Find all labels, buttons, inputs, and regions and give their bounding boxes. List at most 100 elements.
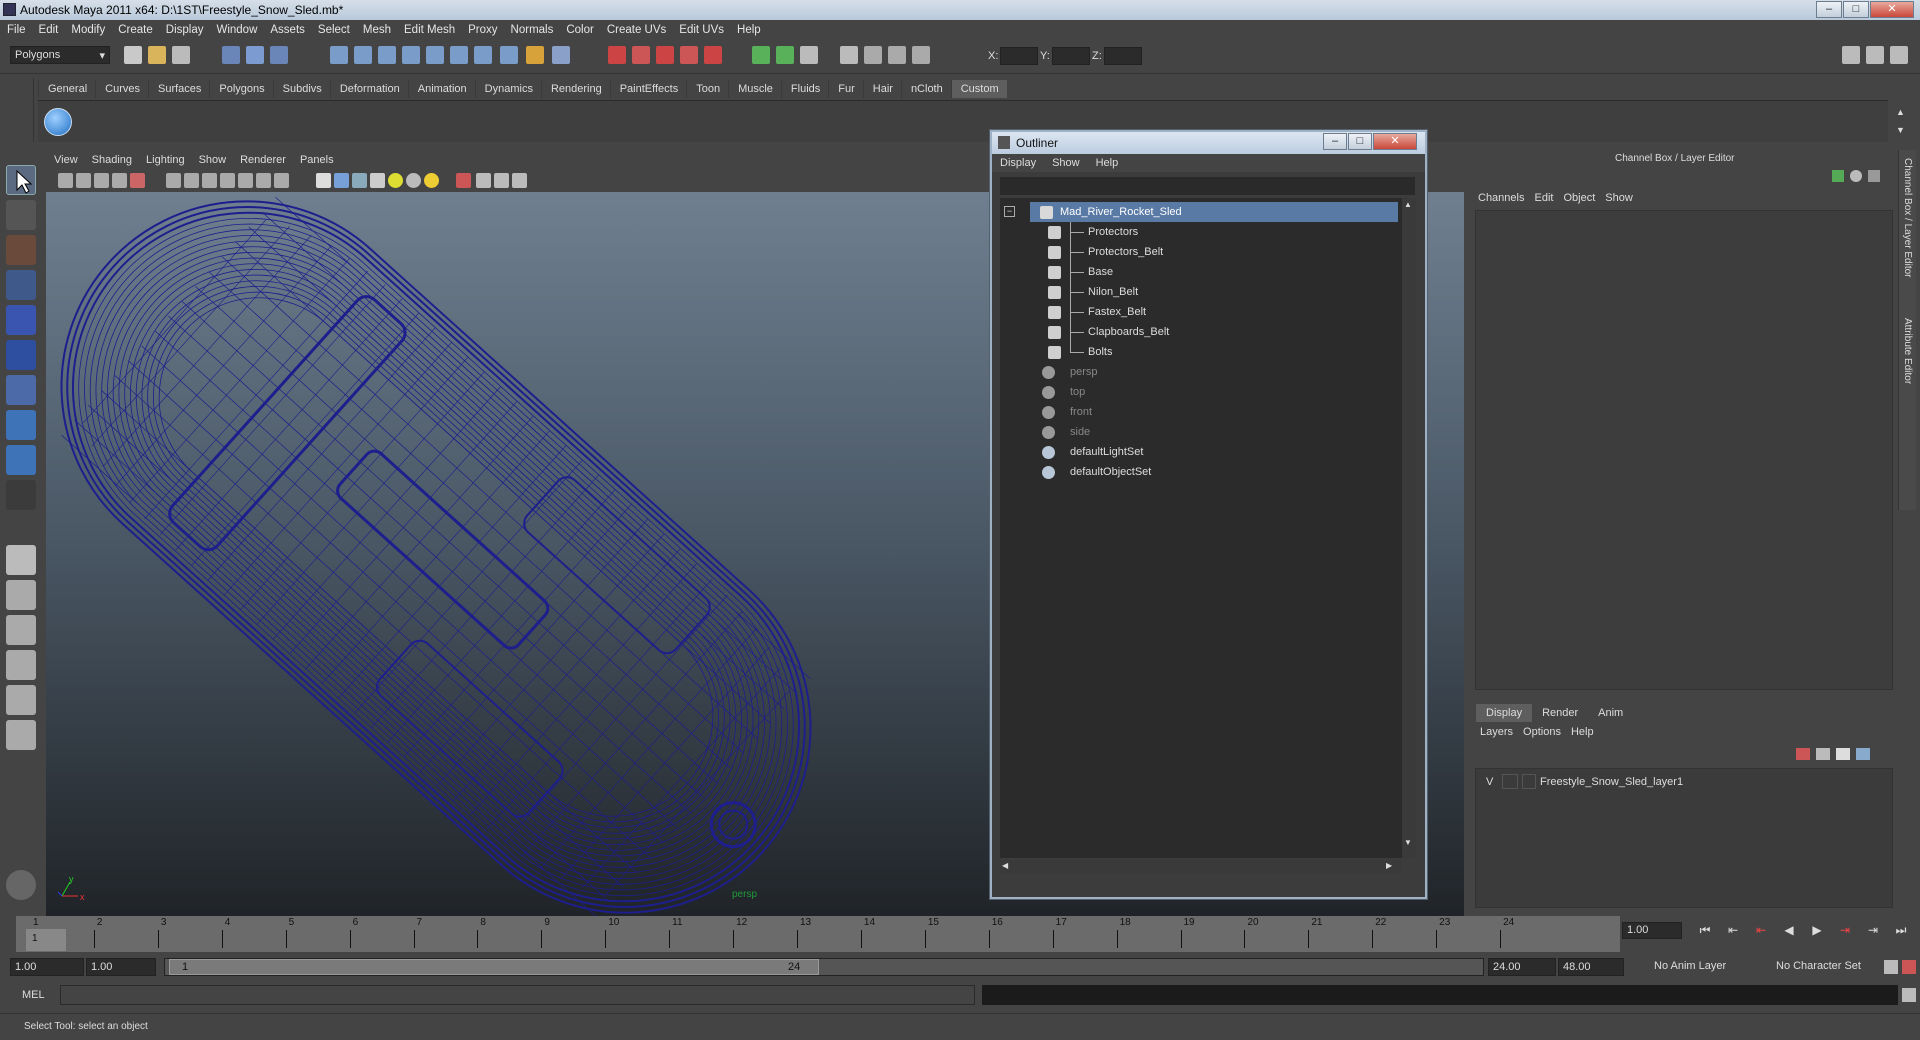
field-chart-icon[interactable] [220,173,235,188]
display-panel-icon[interactable] [800,46,818,64]
select-hierarchy-icon[interactable] [222,46,240,64]
channel-menu-channels[interactable]: Channels [1478,192,1524,204]
outliner-item[interactable]: Clapboards_Belt [1000,322,1400,342]
render-frame-icon[interactable] [608,46,626,64]
outliner-minimize-button[interactable]: – [1323,133,1347,150]
outliner-close-button[interactable]: ✕ [1373,133,1417,150]
hand-icon[interactable] [6,870,36,900]
menu-edit-mesh[interactable]: Edit Mesh [397,20,461,36]
shelf-tab-toon[interactable]: Toon [686,80,728,98]
checkmark-shelf-icon[interactable] [44,108,72,136]
animation-start-field[interactable]: 1.00 [10,958,84,976]
channel-edit-icon[interactable] [1868,170,1880,182]
current-frame-field[interactable]: 1.00 [1622,922,1682,939]
step-forward-frame-icon[interactable]: ⇥ [1864,923,1882,939]
scroll-right-icon[interactable]: ▶ [1386,861,1392,870]
shelf-scroll-down-icon[interactable]: ▼ [1896,125,1905,135]
outliner-menu-display[interactable]: Display [992,154,1044,169]
menu-proxy[interactable]: Proxy [461,20,503,36]
playback-start-field[interactable]: 1.00 [86,958,156,976]
save-scene-icon[interactable] [172,46,190,64]
select-tool-icon[interactable] [6,165,36,195]
channel-key-icon[interactable] [1832,170,1844,182]
output-ops-icon[interactable] [776,46,794,64]
camera-attributes-icon[interactable] [76,173,91,188]
outliner-item[interactable]: top [1000,382,1400,402]
channel-menu-object[interactable]: Object [1563,192,1595,204]
range-slider-track[interactable]: 1 24 [164,958,1484,976]
outliner-item[interactable]: Base [1000,262,1400,282]
layer-visibility-toggle[interactable]: V [1486,776,1493,788]
outliner-menu-help[interactable]: Help [1088,154,1127,169]
side-tab-attribute-editor[interactable]: Attribute Editor [1902,318,1913,384]
go-to-start-icon[interactable]: ⏮ [1696,923,1714,939]
layer-tab-display[interactable]: Display [1476,704,1533,722]
layer-row[interactable]: V Freestyle_Snow_Sled_layer1 [1480,773,1890,791]
play-forward-icon[interactable]: ▶ [1808,923,1826,939]
new-layer-selected-icon[interactable] [1816,748,1830,760]
animation-preferences-icon[interactable] [1902,960,1916,974]
input-ops-icon[interactable] [752,46,770,64]
mel-input-field[interactable] [60,985,975,1005]
shelf-tab-dynamics[interactable]: Dynamics [474,80,541,98]
y-field[interactable] [1052,47,1090,65]
go-to-end-icon[interactable]: ⏭ [1892,923,1910,939]
channel-menu-show[interactable]: Show [1605,192,1633,204]
channel-menu-edit[interactable]: Edit [1534,192,1553,204]
shelf-tab-deformation[interactable]: Deformation [329,80,408,98]
outliner-item[interactable]: persp [1000,362,1400,382]
shelf-tab-subdivs[interactable]: Subdivs [272,80,330,98]
outliner-item[interactable]: Mad_River_Rocket_Sled [1030,202,1398,222]
snap-edge-icon[interactable] [474,46,492,64]
outliner-filter-field[interactable] [1000,177,1415,195]
side-tab-channel-box[interactable]: Channel Box / Layer Editor [1902,158,1913,278]
mel-label[interactable]: MEL [22,989,45,1001]
smooth-shade-icon[interactable] [334,173,349,188]
outliner-item[interactable]: defaultLightSet [1000,442,1400,462]
high-quality-icon[interactable] [512,173,527,188]
character-set-dropdown[interactable]: No Character Set [1772,958,1882,976]
layer-tab-anim[interactable]: Anim [1588,704,1633,722]
script-editor-icon[interactable] [1902,988,1916,1002]
gate-mask-icon[interactable] [202,173,217,188]
film-gate-icon[interactable] [166,173,181,188]
outliner-item[interactable]: side [1000,422,1400,442]
playback-end-field[interactable]: 24.00 [1488,958,1556,976]
scroll-up-icon[interactable]: ▲ [1404,200,1412,209]
last-tool-icon[interactable] [6,480,36,510]
menu-edit[interactable]: Edit [32,20,65,36]
layout-outliner-persp-icon[interactable] [6,615,36,645]
outliner-vertical-scrollbar[interactable]: ▲ ▼ [1402,198,1416,858]
menu-normals[interactable]: Normals [504,20,560,36]
resolution-gate-icon[interactable] [184,173,199,188]
snap-grid-icon[interactable] [330,46,348,64]
layer-name[interactable]: Freestyle_Snow_Sled_layer1 [1540,776,1683,788]
anim-layer-dropdown[interactable]: No Anim Layer [1650,958,1760,976]
scale-tool-icon[interactable] [6,340,36,370]
auto-key-icon[interactable] [1884,960,1898,974]
outliner-item[interactable]: Protectors [1000,222,1400,242]
outliner-item[interactable]: Bolts [1000,342,1400,362]
channel-box-attributes[interactable] [1475,210,1893,690]
layer-menu-layers[interactable]: Layers [1480,726,1513,738]
layout-dopesheet-icon[interactable] [6,720,36,750]
select-component-icon[interactable] [270,46,288,64]
tool-settings-toggle-icon[interactable] [1866,46,1884,64]
shelf-tab-custom[interactable]: Custom [950,80,1007,98]
render-settings-icon[interactable] [656,46,674,64]
layout-two-icon[interactable] [864,46,882,64]
default-light-icon[interactable] [388,173,403,188]
menu-window[interactable]: Window [209,20,263,36]
construction-history-icon[interactable] [552,46,570,64]
menu-create[interactable]: Create [111,20,159,36]
collapse-toggle-icon[interactable]: − [1004,206,1015,217]
grid-icon[interactable] [130,173,145,188]
menu-modify[interactable]: Modify [64,20,111,36]
shelf-scroll-up-icon[interactable]: ▲ [1896,107,1905,117]
menu-mesh[interactable]: Mesh [356,20,397,36]
close-button[interactable]: ✕ [1870,1,1914,18]
shelf-tab-muscle[interactable]: Muscle [728,80,781,98]
viewport-menu-renderer[interactable]: Renderer [232,150,292,166]
layout-graph-persp-icon[interactable] [6,650,36,680]
menu-edit-uvs[interactable]: Edit UVs [672,20,730,36]
